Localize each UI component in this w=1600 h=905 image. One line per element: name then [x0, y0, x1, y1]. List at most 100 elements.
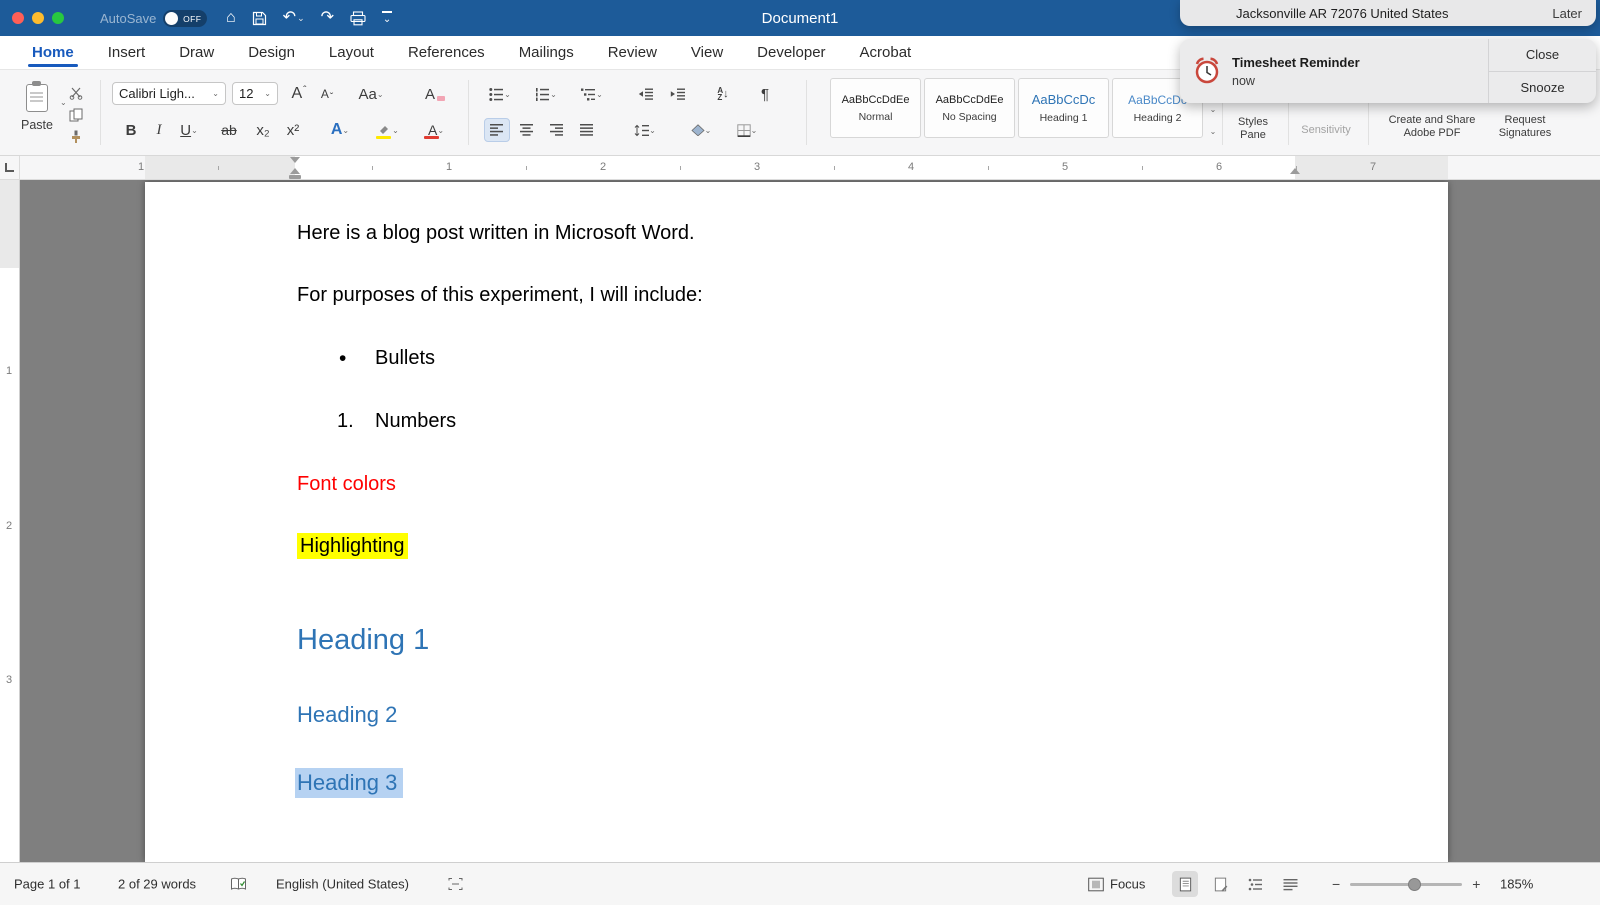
- zoom-out-button[interactable]: −: [1332, 876, 1340, 892]
- increase-indent-button[interactable]: [664, 82, 690, 106]
- outline-view-button[interactable]: [1242, 871, 1268, 897]
- word-count[interactable]: 2 of 29 words: [118, 877, 196, 892]
- highlight-color-button[interactable]: ⌄: [372, 118, 404, 142]
- paragraph-body[interactable]: For purposes of this experiment, I will …: [297, 284, 703, 307]
- tab-stop-selector[interactable]: [0, 156, 20, 180]
- shrink-font-button[interactable]: Aˇ: [314, 82, 340, 106]
- bullets-button[interactable]: ⌄: [484, 82, 516, 106]
- tab-home[interactable]: Home: [15, 36, 91, 69]
- decrease-indent-button[interactable]: [632, 82, 658, 106]
- subscript-button[interactable]: x₂: [250, 118, 276, 142]
- tab-design[interactable]: Design: [231, 36, 312, 69]
- align-left-button[interactable]: [484, 118, 510, 142]
- list-marker: •: [339, 347, 347, 370]
- close-window-button[interactable]: [12, 12, 24, 24]
- notification-snooze-button[interactable]: Snooze: [1489, 72, 1596, 104]
- clear-formatting-button[interactable]: A: [420, 82, 450, 106]
- bold-button[interactable]: B: [120, 118, 142, 142]
- tab-references[interactable]: References: [391, 36, 502, 69]
- paragraph-fontcolor[interactable]: Font colors: [297, 473, 396, 496]
- first-line-indent-marker[interactable]: [290, 157, 300, 163]
- align-center-button[interactable]: [514, 118, 540, 142]
- ruler-number: 3: [6, 674, 13, 686]
- minimize-window-button[interactable]: [32, 12, 44, 24]
- underline-button[interactable]: U ⌄: [174, 118, 204, 142]
- line-spacing-button[interactable]: ⌄: [628, 118, 662, 142]
- maximize-window-button[interactable]: [52, 12, 64, 24]
- paragraph-text: Here is a blog post written in Microsoft…: [297, 222, 695, 244]
- strikethrough-icon: ab: [221, 122, 237, 138]
- zoom-slider-thumb[interactable]: [1408, 877, 1422, 891]
- paragraph-heading1[interactable]: Heading 1: [297, 624, 429, 657]
- sort-button[interactable]: AZ ↓: [708, 82, 738, 106]
- format-painter-button[interactable]: [66, 128, 86, 146]
- superscript-button[interactable]: x²: [280, 118, 306, 142]
- font-name-select[interactable]: Calibri Ligh... ⌄: [112, 82, 226, 105]
- tab-mailings[interactable]: Mailings: [502, 36, 591, 69]
- tab-layout[interactable]: Layout: [312, 36, 391, 69]
- paragraph-heading3[interactable]: Heading 3: [295, 768, 404, 798]
- redo-button[interactable]: ↷: [321, 10, 334, 26]
- customize-toolbar-button[interactable]: ⌄: [382, 11, 393, 25]
- paste-button[interactable]: ⌄ Paste: [12, 74, 67, 152]
- home-icon[interactable]: ⌂: [226, 10, 236, 26]
- tab-insert[interactable]: Insert: [91, 36, 163, 69]
- grow-font-button[interactable]: Aˆ: [286, 82, 312, 106]
- left-indent-marker[interactable]: [289, 175, 301, 179]
- zoom-level[interactable]: 185%: [1500, 877, 1533, 892]
- language-selector[interactable]: English (United States): [276, 877, 409, 892]
- text-effects-button[interactable]: A ⌄: [324, 118, 356, 142]
- notification-later-button[interactable]: Later: [1552, 6, 1582, 21]
- italic-button[interactable]: I: [148, 118, 170, 142]
- save-icon[interactable]: [252, 11, 267, 26]
- cut-button[interactable]: [66, 84, 86, 102]
- change-case-button[interactable]: Aa ⌄: [354, 82, 388, 106]
- align-right-button[interactable]: [544, 118, 570, 142]
- tab-acrobat[interactable]: Acrobat: [843, 36, 929, 69]
- hanging-indent-marker[interactable]: [290, 168, 300, 174]
- print-layout-view-button[interactable]: [1172, 871, 1198, 897]
- spellcheck-status[interactable]: [230, 877, 247, 891]
- ruler-horizontal[interactable]: 1 2 3 4 5 6 7 1: [20, 156, 1600, 180]
- undo-button[interactable]: ↶ ⌄: [283, 10, 305, 26]
- style-card-normal[interactable]: AaBbCcDdEe Normal: [830, 78, 921, 138]
- autosave-toggle[interactable]: OFF: [163, 9, 208, 27]
- notification-previous[interactable]: Jacksonville AR 72076 United States Late…: [1180, 0, 1596, 26]
- multilevel-list-button[interactable]: ⌄: [576, 82, 608, 106]
- tab-draw[interactable]: Draw: [162, 36, 231, 69]
- paragraph-bullet[interactable]: • Bullets: [297, 347, 435, 370]
- borders-button[interactable]: ⌄: [730, 118, 764, 142]
- print-icon[interactable]: [350, 10, 366, 26]
- paragraph-highlight[interactable]: Highlighting: [297, 533, 408, 559]
- show-formatting-button[interactable]: ¶: [752, 82, 778, 106]
- tab-developer[interactable]: Developer: [740, 36, 842, 69]
- web-layout-view-button[interactable]: [1207, 871, 1233, 897]
- notification-close-button[interactable]: Close: [1489, 39, 1596, 72]
- right-indent-marker[interactable]: [1290, 168, 1300, 174]
- zoom-in-button[interactable]: +: [1472, 876, 1480, 892]
- page-count[interactable]: Page 1 of 1: [14, 877, 81, 892]
- strikethrough-button[interactable]: ab: [216, 118, 242, 142]
- font-size-select[interactable]: 12 ⌄: [232, 82, 278, 105]
- paragraph-heading2[interactable]: Heading 2: [297, 702, 397, 728]
- paragraph-numbered[interactable]: 1. Numbers: [297, 410, 456, 433]
- notification-timesheet[interactable]: Timesheet Reminder now Close Snooze: [1180, 39, 1596, 103]
- copy-button[interactable]: [66, 106, 86, 124]
- focus-mode-button[interactable]: Focus: [1088, 877, 1145, 892]
- numbering-button[interactable]: ⌄: [530, 82, 562, 106]
- zoom-slider[interactable]: [1350, 877, 1463, 891]
- font-color-button[interactable]: A ⌄: [420, 118, 452, 142]
- justify-button[interactable]: [574, 118, 600, 142]
- style-preview: AaBbCcDc: [1031, 92, 1096, 107]
- style-card-heading-1[interactable]: AaBbCcDc Heading 1: [1018, 78, 1109, 138]
- document-page[interactable]: Here is a blog post written in Microsoft…: [145, 182, 1448, 862]
- draft-view-button[interactable]: [1277, 871, 1303, 897]
- paragraph-body[interactable]: Here is a blog post written in Microsoft…: [297, 222, 695, 245]
- ruler-vertical[interactable]: 1 2 3: [0, 180, 20, 862]
- zoom-control: − +: [1332, 876, 1480, 892]
- tab-view[interactable]: View: [674, 36, 740, 69]
- text-boundaries-indicator[interactable]: [448, 878, 463, 891]
- shading-button[interactable]: ⌄: [684, 118, 718, 142]
- tab-review[interactable]: Review: [591, 36, 674, 69]
- style-card-no-spacing[interactable]: AaBbCcDdEe No Spacing: [924, 78, 1015, 138]
